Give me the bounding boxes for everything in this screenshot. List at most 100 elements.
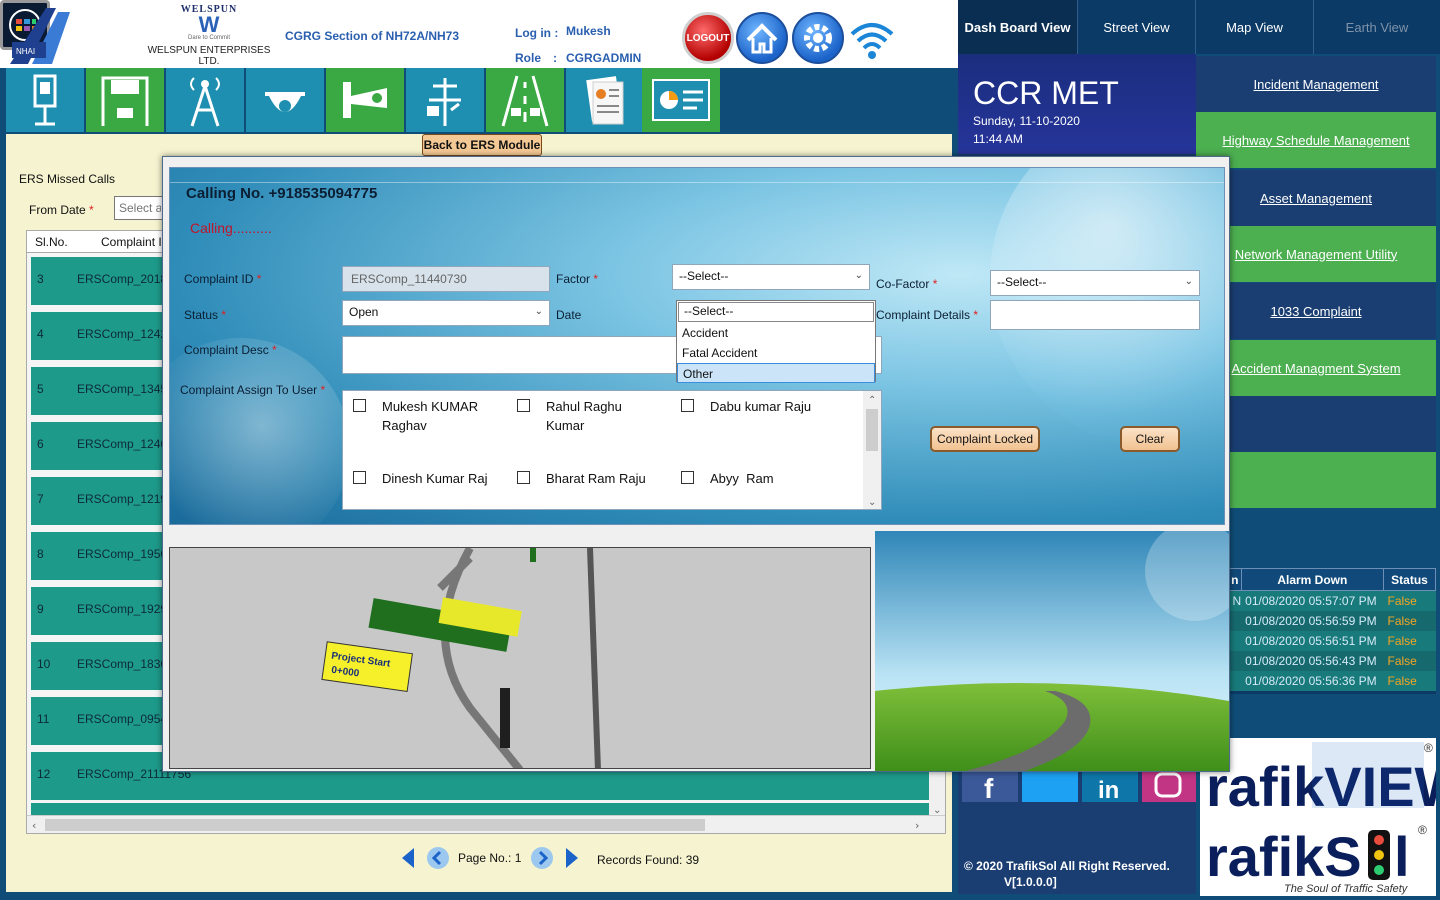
project-start-sign: Project Start 0+000	[321, 641, 413, 692]
factor-option[interactable]: Accident	[677, 323, 875, 343]
social-links: f in	[962, 772, 1196, 804]
row-id: ERSComp_12460	[77, 437, 174, 451]
factor-option[interactable]: --Select--	[678, 302, 874, 322]
tool-reports[interactable]	[566, 68, 644, 132]
menu-highway-schedule-management[interactable]: Highway Schedule Management	[1196, 112, 1436, 168]
alarm-lead: N	[1228, 590, 1242, 611]
factor-option[interactable]: Fatal Accident	[677, 343, 875, 363]
status-select[interactable]: Open ⌄	[342, 300, 550, 326]
user-checkbox[interactable]	[353, 399, 366, 412]
user-checkbox[interactable]	[681, 471, 694, 484]
tool-dashboard[interactable]	[642, 68, 720, 132]
tool-ptz-camera[interactable]	[246, 68, 324, 132]
home-button[interactable]	[736, 12, 788, 64]
alarm-table: n Alarm Down Status N 01/08/2020 05:57:07…	[1228, 568, 1436, 694]
tool-communication[interactable]	[166, 68, 244, 132]
cofactor-label: Co-Factor *	[876, 277, 938, 291]
cctv-camera-icon	[343, 82, 387, 118]
menu-empty-slot	[1196, 396, 1436, 452]
view-tabs: Dash Board View Street View Map View Ear…	[958, 0, 1440, 54]
weather-station-icon	[427, 78, 461, 126]
footer: © 2020 TrafikSol All Right Reserved. V[1…	[964, 858, 1170, 890]
settings-button[interactable]	[792, 12, 844, 64]
back-to-ers-button[interactable]: Back to ERS Module	[422, 134, 542, 156]
cofactor-select[interactable]: --Select-- ⌄	[990, 270, 1200, 296]
menu-1033-complaint[interactable]: 1033 Complaint	[1196, 283, 1436, 339]
alarm-time: 01/08/2020 05:57:07 PM	[1241, 590, 1384, 611]
tab-street-view[interactable]: Street View	[1078, 0, 1196, 54]
alarm-row[interactable]: 01/08/2020 05:56:36 PM False	[1228, 670, 1436, 691]
tool-traffic-counter[interactable]	[486, 68, 564, 132]
factor-value: --Select--	[679, 269, 729, 283]
alarm-row[interactable]: 01/08/2020 05:56:43 PM False	[1228, 650, 1436, 671]
menu-accident-management-system[interactable]: Accident Managment System	[1196, 340, 1436, 396]
brand-tagline: Dare to Commit	[187, 35, 230, 41]
alarm-lead	[1228, 670, 1242, 691]
login-label: Log in :	[515, 26, 559, 40]
alarm-status: False	[1383, 650, 1436, 671]
twitter-icon	[1022, 772, 1078, 802]
app-header: NHAI WELSPUN W Dare to Commit WELSPUN EN…	[0, 0, 958, 68]
row-sl: 3	[37, 272, 44, 286]
svg-text:in: in	[1098, 777, 1119, 802]
row-sl: 8	[37, 547, 44, 561]
role-value: CGRGADMIN	[566, 51, 642, 65]
assign-label: Complaint Assign To User *	[180, 383, 326, 397]
menu-network-management-utility[interactable]: Network Management Utility	[1196, 226, 1436, 282]
user-checkbox[interactable]	[353, 471, 366, 484]
tool-vms[interactable]	[86, 68, 164, 132]
user-checkbox[interactable]	[517, 471, 530, 484]
from-date-input[interactable]	[114, 196, 166, 220]
menu-asset-management[interactable]: Asset Management	[1196, 170, 1436, 226]
user-checkbox[interactable]	[517, 399, 530, 412]
next-page-icon[interactable]	[530, 846, 554, 870]
tab-map-view[interactable]: Map View	[1196, 0, 1314, 54]
svg-text:rafikS: rafikS	[1206, 825, 1362, 888]
tab-earth-view[interactable]: Earth View	[1314, 0, 1440, 54]
emergency-phone-icon	[33, 74, 57, 126]
logout-button[interactable]: LOGOUT	[682, 12, 734, 64]
assign-list-scrollbar[interactable]: ⌃ ⌄	[863, 391, 881, 509]
3d-map-view[interactable]: Project Start 0+000	[169, 547, 871, 769]
wifi-icon	[850, 23, 894, 59]
prev-page-icon[interactable]	[426, 846, 450, 870]
row-sl: 7	[37, 492, 44, 506]
col-complaint-id[interactable]: Complaint I	[101, 235, 162, 249]
alarm-status: False	[1383, 610, 1436, 631]
complaint-details-field[interactable]	[990, 300, 1200, 330]
wifi-button[interactable]	[846, 12, 898, 64]
alarm-row[interactable]: 01/08/2020 05:56:59 PM False	[1228, 610, 1436, 631]
grid-horizontal-scrollbar[interactable]: ‹ ›	[27, 815, 945, 833]
section-title: CGRG Section of NH72A/NH73	[285, 29, 460, 43]
call-complaint-modal: Calling No. +918535094775 Calling.......…	[162, 156, 1230, 772]
alarm-lead	[1228, 630, 1242, 651]
table-row-partial[interactable]	[31, 803, 929, 815]
clear-button[interactable]: Clear	[1120, 426, 1180, 452]
tab-dashboard-view[interactable]: Dash Board View	[958, 0, 1078, 54]
complaint-details-label: Complaint Details *	[876, 308, 979, 322]
complaint-id-field	[342, 266, 550, 292]
first-page-icon[interactable]	[400, 846, 420, 870]
menu-incident-management[interactable]: Incident Management	[1196, 56, 1436, 112]
alarm-col-status: Status	[1383, 568, 1436, 591]
tool-cctv[interactable]	[326, 68, 404, 132]
brand-line2: WELSPUN ENTERPRISES LTD.	[147, 45, 271, 67]
row-sl: 12	[37, 767, 51, 781]
factor-option-highlighted[interactable]: Other	[677, 363, 875, 383]
status-text: Status	[184, 308, 219, 322]
complaint-locked-button[interactable]: Complaint Locked	[930, 426, 1040, 452]
svg-text:›: ›	[915, 819, 919, 832]
last-page-icon[interactable]	[560, 846, 580, 870]
cofactor-value: --Select--	[997, 275, 1047, 289]
complaint-id-text: Complaint ID	[184, 272, 254, 286]
user-checkbox[interactable]	[681, 399, 694, 412]
ers-missed-title: ERS Missed Calls	[19, 172, 116, 186]
tool-ecb[interactable]	[6, 68, 84, 132]
factor-select[interactable]: --Select-- ⌄	[672, 264, 870, 290]
alarm-row[interactable]: 01/08/2020 05:56:51 PM False	[1228, 630, 1436, 651]
user-name: Dabu kumar Raju	[710, 399, 812, 414]
gear-icon	[804, 24, 832, 52]
tool-weather[interactable]	[406, 68, 484, 132]
alarm-row[interactable]: N 01/08/2020 05:57:07 PM False	[1228, 590, 1436, 611]
col-sl-no[interactable]: Sl.No.	[35, 235, 68, 249]
